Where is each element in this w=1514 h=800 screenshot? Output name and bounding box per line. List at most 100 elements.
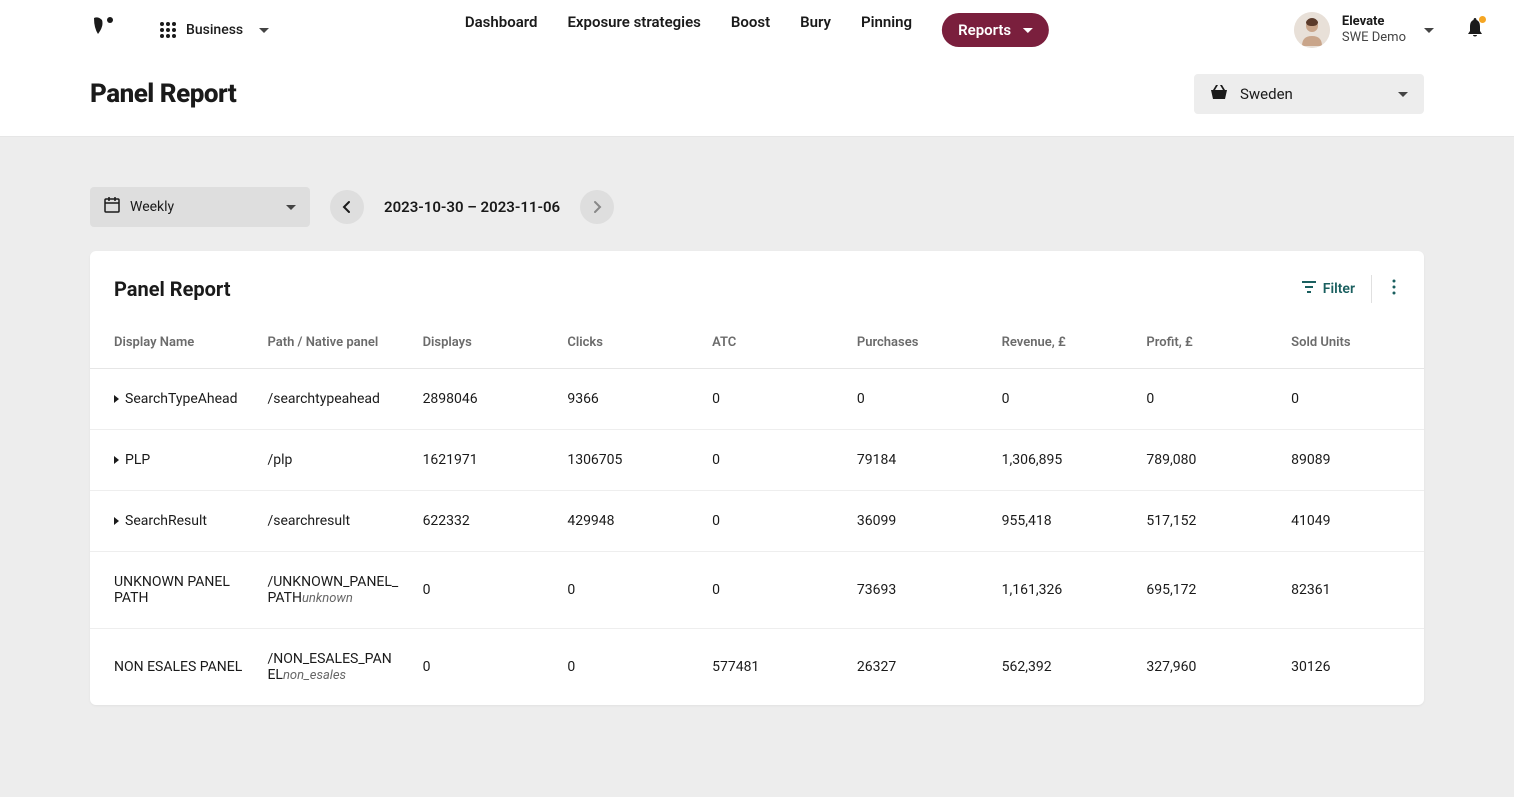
period-label: Weekly xyxy=(130,199,270,215)
card-header: Panel Report Filter xyxy=(90,275,1424,319)
main-nav: Dashboard Exposure strategies Boost Bury… xyxy=(465,13,1049,47)
row-purchases: 26327 xyxy=(845,629,990,706)
row-clicks: 1306705 xyxy=(555,430,700,491)
row-profit: 789,080 xyxy=(1134,430,1279,491)
row-atc: 577481 xyxy=(700,629,845,706)
nav-reports[interactable]: Reports xyxy=(942,13,1049,47)
table-row: SearchResult/searchresult622332429948036… xyxy=(90,491,1424,552)
row-displays: 622332 xyxy=(411,491,556,552)
col-profit[interactable]: Profit, £ xyxy=(1134,319,1279,369)
chevron-down-icon xyxy=(259,28,269,33)
row-atc: 0 xyxy=(700,552,845,629)
period-select[interactable]: Weekly xyxy=(90,187,310,227)
table-row: SearchTypeAhead/searchtypeahead289804693… xyxy=(90,369,1424,430)
row-revenue: 1,161,326 xyxy=(990,552,1135,629)
notifications-button[interactable] xyxy=(1466,18,1484,43)
expand-icon[interactable] xyxy=(114,456,119,464)
col-display-name[interactable]: Display Name xyxy=(90,319,255,369)
row-displays: 1621971 xyxy=(411,430,556,491)
user-text: Elevate SWE Demo xyxy=(1342,14,1406,45)
divider xyxy=(1371,275,1372,303)
row-displays: 0 xyxy=(411,629,556,706)
page-title: Panel Report xyxy=(90,79,236,109)
col-displays[interactable]: Displays xyxy=(411,319,556,369)
market-select[interactable]: Sweden xyxy=(1194,74,1424,114)
topbar: Business Dashboard Exposure strategies B… xyxy=(0,0,1514,60)
date-range: 2023-10-30 – 2023-11-06 xyxy=(384,198,560,216)
date-controls: Weekly 2023-10-30 – 2023-11-06 xyxy=(90,187,1424,227)
calendar-icon xyxy=(104,197,120,217)
apps-menu[interactable]: Business xyxy=(160,22,269,38)
col-path[interactable]: Path / Native panel xyxy=(255,319,410,369)
apps-grid-icon xyxy=(160,22,176,38)
next-period-button[interactable] xyxy=(580,190,614,224)
nav-exposure-strategies[interactable]: Exposure strategies xyxy=(567,13,700,47)
row-path: /UNKNOWN_PANEL_PATHunknown xyxy=(255,552,410,629)
row-sold: 41049 xyxy=(1279,491,1424,552)
body-area: Weekly 2023-10-30 – 2023-11-06 Panel Rep… xyxy=(0,137,1514,797)
user-sub: SWE Demo xyxy=(1342,30,1406,46)
row-clicks: 0 xyxy=(555,629,700,706)
col-revenue[interactable]: Revenue, £ xyxy=(990,319,1135,369)
col-atc[interactable]: ATC xyxy=(700,319,845,369)
row-name: UNKNOWN PANEL PATH xyxy=(114,574,243,606)
col-clicks[interactable]: Clicks xyxy=(555,319,700,369)
row-revenue: 955,418 xyxy=(990,491,1135,552)
nav-bury[interactable]: Bury xyxy=(800,13,831,47)
nav-dashboard[interactable]: Dashboard xyxy=(465,13,538,47)
card-title: Panel Report xyxy=(114,277,231,301)
row-purchases: 73693 xyxy=(845,552,990,629)
logo xyxy=(90,14,120,48)
row-name: SearchTypeAhead xyxy=(114,391,243,407)
row-displays: 0 xyxy=(411,552,556,629)
prev-period-button[interactable] xyxy=(330,190,364,224)
chevron-down-icon xyxy=(286,205,296,210)
col-sold-units[interactable]: Sold Units xyxy=(1279,319,1424,369)
nav-pinning[interactable]: Pinning xyxy=(861,13,912,47)
user-name: Elevate xyxy=(1342,14,1406,30)
filter-label: Filter xyxy=(1323,281,1355,297)
row-path: /NON_ESALES_PANELnon_esales xyxy=(255,629,410,706)
row-revenue: 1,306,895 xyxy=(990,430,1135,491)
user-area[interactable]: Elevate SWE Demo xyxy=(1294,12,1484,48)
row-profit: 0 xyxy=(1134,369,1279,430)
row-profit: 517,152 xyxy=(1134,491,1279,552)
chevron-down-icon xyxy=(1424,28,1434,33)
row-atc: 0 xyxy=(700,491,845,552)
col-purchases[interactable]: Purchases xyxy=(845,319,990,369)
market-label: Sweden xyxy=(1240,85,1380,103)
basket-icon xyxy=(1210,84,1228,104)
expand-icon[interactable] xyxy=(114,395,119,403)
row-profit: 695,172 xyxy=(1134,552,1279,629)
card-actions: Filter xyxy=(1301,275,1400,303)
nav-boost[interactable]: Boost xyxy=(731,13,770,47)
row-clicks: 9366 xyxy=(555,369,700,430)
path-suffix: non_esales xyxy=(283,668,346,683)
more-button[interactable] xyxy=(1388,275,1400,303)
row-path: /plp xyxy=(255,430,410,491)
row-sold: 0 xyxy=(1279,369,1424,430)
chevron-down-icon xyxy=(1398,92,1408,97)
notification-dot xyxy=(1479,16,1486,23)
row-atc: 0 xyxy=(700,430,845,491)
filter-icon xyxy=(1301,280,1317,298)
report-card: Panel Report Filter Display Name Path xyxy=(90,251,1424,705)
table-row: UNKNOWN PANEL PATH/UNKNOWN_PANEL_PATHunk… xyxy=(90,552,1424,629)
row-clicks: 429948 xyxy=(555,491,700,552)
row-path: /searchresult xyxy=(255,491,410,552)
filter-button[interactable]: Filter xyxy=(1301,280,1355,298)
subheader: Panel Report Sweden xyxy=(0,60,1514,137)
row-revenue: 0 xyxy=(990,369,1135,430)
chevron-down-icon xyxy=(1023,28,1033,33)
path-suffix: unknown xyxy=(302,591,353,606)
row-purchases: 0 xyxy=(845,369,990,430)
row-sold: 30126 xyxy=(1279,629,1424,706)
row-revenue: 562,392 xyxy=(990,629,1135,706)
table-row: PLP/plp162197113067050791841,306,895789,… xyxy=(90,430,1424,491)
row-name: SearchResult xyxy=(114,513,243,529)
row-purchases: 79184 xyxy=(845,430,990,491)
avatar xyxy=(1294,12,1330,48)
nav-reports-label: Reports xyxy=(958,21,1011,39)
row-sold: 82361 xyxy=(1279,552,1424,629)
expand-icon[interactable] xyxy=(114,517,119,525)
